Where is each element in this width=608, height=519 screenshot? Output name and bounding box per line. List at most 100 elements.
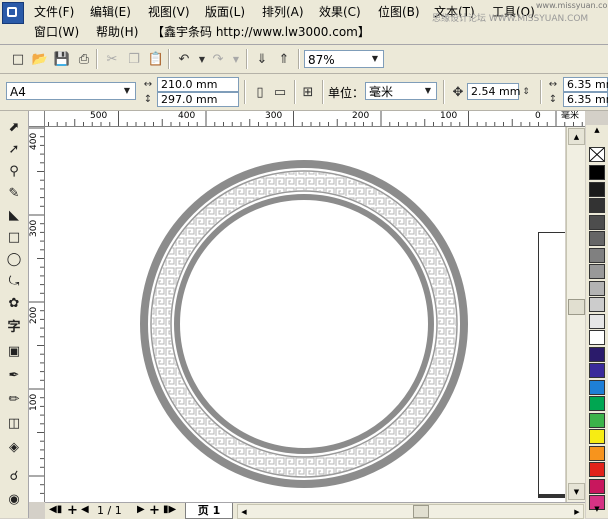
color-swatch[interactable] [589, 379, 605, 395]
redo-icon[interactable]: ↷ [208, 49, 228, 69]
menu-help[interactable]: 帮助(H) [96, 24, 138, 40]
prev-page-icon[interactable]: ◀ [81, 504, 89, 515]
text-tool-icon[interactable]: 字 [4, 315, 24, 335]
spiral-tool-icon[interactable]: ⤿ [4, 271, 24, 291]
color-swatch[interactable] [589, 280, 605, 296]
color-swatch[interactable] [589, 478, 605, 494]
shape-presets-icon[interactable]: ✿ [4, 293, 24, 313]
greek-key-ring[interactable] [45, 127, 565, 502]
redo-dropdown-icon[interactable]: ▼ [226, 49, 246, 69]
menu-edit[interactable]: 编辑(E) [90, 4, 131, 20]
menu-layout[interactable]: 版面(L) [205, 4, 245, 20]
nudge-distance-field[interactable]: 2.54 mm [467, 83, 520, 100]
new-document-icon[interactable]: □ [8, 49, 28, 69]
undo-icon[interactable]: ↶ [174, 49, 194, 69]
color-swatch[interactable] [589, 181, 605, 197]
horizontal-ruler[interactable]: 500 400 300 200 100 0 毫米 [29, 111, 585, 127]
nudge-icon: ✥ [452, 84, 464, 100]
color-swatch[interactable] [589, 445, 605, 461]
paper-width-field[interactable]: 210.0 mm [157, 77, 239, 92]
scroll-down-icon[interactable]: ▼ [568, 483, 585, 500]
open-icon[interactable]: 📂 [30, 49, 50, 69]
color-swatch[interactable] [589, 214, 605, 230]
color-swatch[interactable] [589, 462, 605, 477]
page-border [538, 232, 565, 496]
property-bar: A4 ▼ ↔ ↕ 210.0 mm 297.0 mm ▯ ▭ ⊞ 单位： 毫米 … [0, 74, 608, 111]
scroll-left-icon[interactable]: ◀ [238, 505, 250, 518]
color-swatch[interactable] [589, 363, 605, 378]
menu-effects[interactable]: 效果(C) [319, 4, 361, 20]
palette-scroll-down-icon[interactable]: ▼ [591, 505, 603, 513]
duplicate-y-field[interactable]: 6.35 mm [563, 92, 608, 107]
spinner-icon[interactable]: ⇕ [519, 82, 533, 102]
zoom-level-combo[interactable]: 87% ▼ [304, 50, 384, 68]
interactive-tool-icon[interactable]: ▣ [4, 341, 24, 361]
landscape-icon[interactable]: ▭ [270, 82, 290, 102]
color-swatch[interactable] [589, 346, 605, 362]
menu-window[interactable]: 窗口(W) [34, 24, 79, 40]
horizontal-ruler-ticks [30, 111, 583, 126]
menu-bitmaps[interactable]: 位图(B) [378, 4, 420, 20]
vertical-ruler[interactable]: 400 300 200 100 [29, 126, 45, 502]
ruler-label-400: 400 [178, 111, 196, 121]
menu-file[interactable]: 文件(F) [34, 4, 74, 20]
interactive-fill-icon[interactable]: ◈ [4, 437, 24, 457]
print-icon[interactable]: ⎙ [74, 49, 94, 69]
add-page-after-icon[interactable]: + [149, 503, 160, 518]
connector-tool-icon[interactable]: ☌ [4, 466, 24, 486]
color-swatch[interactable] [589, 165, 605, 180]
vertical-scrollbar[interactable]: ▲ ▼ [566, 127, 585, 502]
zoom-tool-icon[interactable]: ⚲ [4, 161, 24, 181]
menu-arrange[interactable]: 排列(A) [262, 4, 304, 20]
color-swatch[interactable] [589, 297, 605, 312]
save-icon[interactable]: 💾 [52, 49, 72, 69]
duplicate-x-icon: ↔ [548, 78, 558, 90]
scroll-right-icon[interactable]: ▶ [571, 505, 583, 518]
last-page-icon[interactable]: ▮▶ [163, 504, 176, 515]
export-icon[interactable]: ⇑ [274, 49, 294, 69]
color-swatch[interactable] [589, 429, 605, 444]
color-swatch[interactable] [589, 198, 605, 213]
color-swatch[interactable] [589, 396, 605, 411]
color-swatch[interactable] [589, 247, 605, 263]
palette-scroll-up-icon[interactable]: ▲ [591, 126, 603, 134]
h-scroll-thumb[interactable] [413, 505, 429, 518]
pick-tool-icon[interactable]: ⬈ [4, 117, 24, 137]
freehand-tool-icon[interactable]: ✎ [4, 183, 24, 203]
first-page-icon[interactable]: ◀▮ [49, 504, 62, 515]
shape-tool-icon[interactable]: ➚ [4, 139, 24, 159]
drawing-canvas[interactable] [45, 127, 565, 502]
scroll-thumb[interactable] [568, 299, 585, 315]
smart-fill-icon[interactable]: ◣ [4, 205, 24, 225]
import-icon[interactable]: ⇓ [252, 49, 272, 69]
add-page-before-icon[interactable]: + [67, 503, 78, 518]
scroll-up-icon[interactable]: ▲ [568, 128, 585, 145]
outline-pen-icon[interactable]: ✏ [4, 389, 24, 409]
copy-icon[interactable]: ❐ [124, 49, 144, 69]
no-color-swatch[interactable] [589, 147, 605, 162]
duplicate-x-field[interactable]: 6.35 mm [563, 77, 608, 92]
page-layout-icon[interactable]: ⊞ [298, 82, 318, 102]
paper-preset-combo[interactable]: A4 ▼ [6, 82, 136, 100]
fill-tool-icon[interactable]: ◫ [4, 413, 24, 433]
cut-icon[interactable]: ✂ [102, 49, 122, 69]
paste-icon[interactable]: 📋 [146, 49, 166, 69]
app-icon[interactable] [2, 2, 24, 24]
ellipse-tool-icon[interactable]: ◯ [4, 249, 24, 269]
color-swatch[interactable] [589, 264, 605, 279]
tab-page-1[interactable]: 页 1 [185, 503, 233, 519]
rectangle-tool-icon[interactable]: □ [4, 227, 24, 247]
color-manager-icon[interactable]: ◉ [4, 489, 24, 509]
color-swatch[interactable] [589, 231, 605, 246]
next-page-icon[interactable]: ▶ [137, 504, 145, 515]
paper-height-field[interactable]: 297.0 mm [157, 92, 239, 107]
menu-view[interactable]: 视图(V) [148, 4, 190, 20]
units-combo[interactable]: 毫米 ▼ [365, 82, 437, 100]
color-swatch[interactable] [589, 313, 605, 329]
eyedropper-icon[interactable]: ✒ [4, 365, 24, 385]
portrait-icon[interactable]: ▯ [250, 82, 270, 102]
color-swatch[interactable] [589, 412, 605, 428]
color-swatch[interactable] [589, 330, 605, 345]
ruler-origin[interactable] [29, 111, 45, 127]
horizontal-scrollbar[interactable]: ◀ ▶ [237, 504, 584, 519]
